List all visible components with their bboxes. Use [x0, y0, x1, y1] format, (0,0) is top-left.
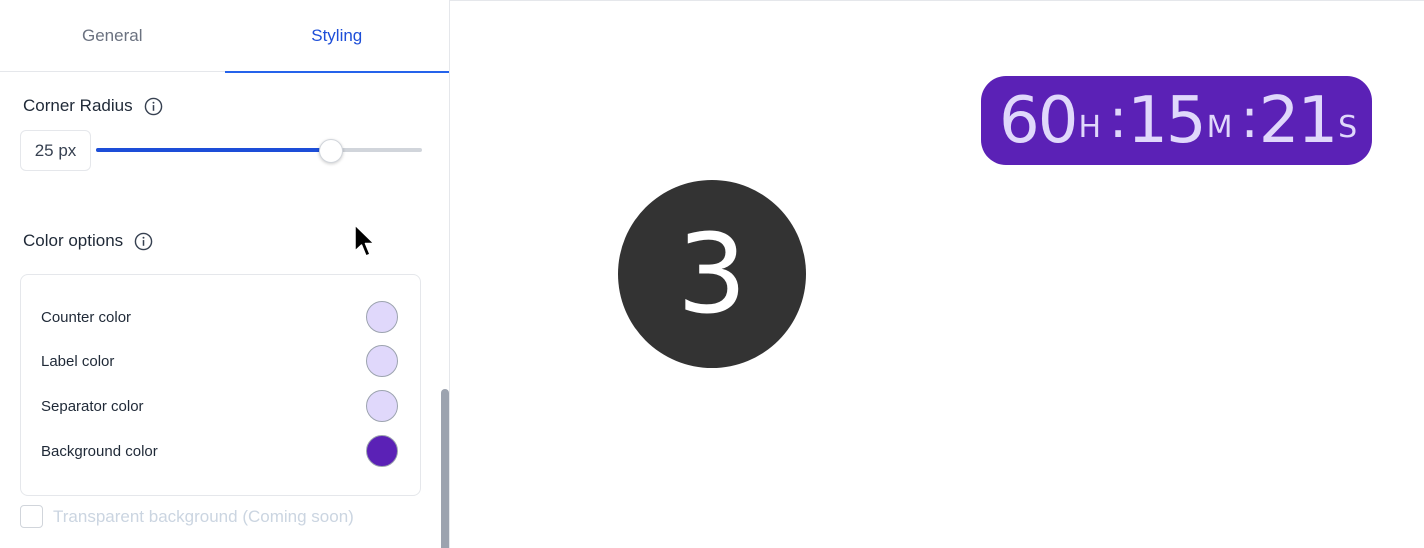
separator-color-label: Separator color — [41, 397, 144, 415]
transparent-background-label: Transparent background (Coming soon) — [53, 506, 354, 526]
timer-minutes: 15 — [1127, 83, 1206, 158]
separator-color-swatch[interactable] — [366, 390, 398, 422]
corner-radius-input[interactable]: 25 px — [20, 130, 91, 171]
slider-thumb[interactable] — [318, 139, 343, 163]
info-icon[interactable] — [144, 97, 163, 116]
color-options-box: Counter color Label color Separator colo… — [20, 274, 421, 496]
timer-seconds: 21 — [1258, 83, 1338, 158]
counter-color-row: Counter color — [41, 301, 398, 333]
timer-seconds-unit: S — [1338, 109, 1358, 145]
separator-color-row: Separator color — [41, 390, 398, 422]
label-color-row: Label color — [41, 345, 398, 377]
step-number: 3 — [677, 210, 747, 338]
panel-scrollbar[interactable] — [441, 389, 449, 548]
background-color-row: Background color — [41, 435, 398, 467]
slider-fill — [96, 148, 331, 152]
timer-hours-unit: H — [1078, 109, 1101, 145]
mouse-cursor-icon — [354, 224, 375, 257]
preview-divider — [450, 0, 1424, 1]
transparent-background-option: Transparent background (Coming soon) — [20, 505, 354, 528]
info-icon[interactable] — [134, 232, 153, 251]
tab-styling[interactable]: Styling — [224, 0, 450, 73]
timer-minutes-unit: M — [1206, 109, 1233, 145]
label-color-swatch[interactable] — [366, 345, 398, 377]
tab-bar: General Styling — [0, 0, 450, 73]
corner-radius-heading: Corner Radius — [23, 96, 163, 116]
transparent-background-checkbox[interactable] — [20, 505, 43, 528]
countdown-timer-preview: 60 H : 15 M : 21 S — [981, 76, 1372, 165]
tab-general[interactable]: General — [0, 0, 225, 72]
step-number-badge: 3 — [618, 180, 806, 368]
timer-hours: 60 — [999, 83, 1078, 158]
label-color-label: Label color — [41, 352, 115, 370]
timer-separator: : — [1109, 86, 1128, 150]
settings-panel: General Styling Corner Radius 25 px Colo… — [0, 0, 450, 548]
counter-color-label: Counter color — [41, 308, 132, 326]
timer-separator: : — [1240, 86, 1259, 150]
background-color-label: Background color — [41, 442, 158, 460]
corner-radius-slider[interactable] — [96, 139, 422, 163]
background-color-swatch[interactable] — [366, 435, 398, 467]
color-options-heading: Color options — [23, 231, 153, 251]
color-options-label: Color options — [23, 231, 124, 250]
corner-radius-label: Corner Radius — [23, 96, 133, 115]
counter-color-swatch[interactable] — [366, 301, 398, 333]
